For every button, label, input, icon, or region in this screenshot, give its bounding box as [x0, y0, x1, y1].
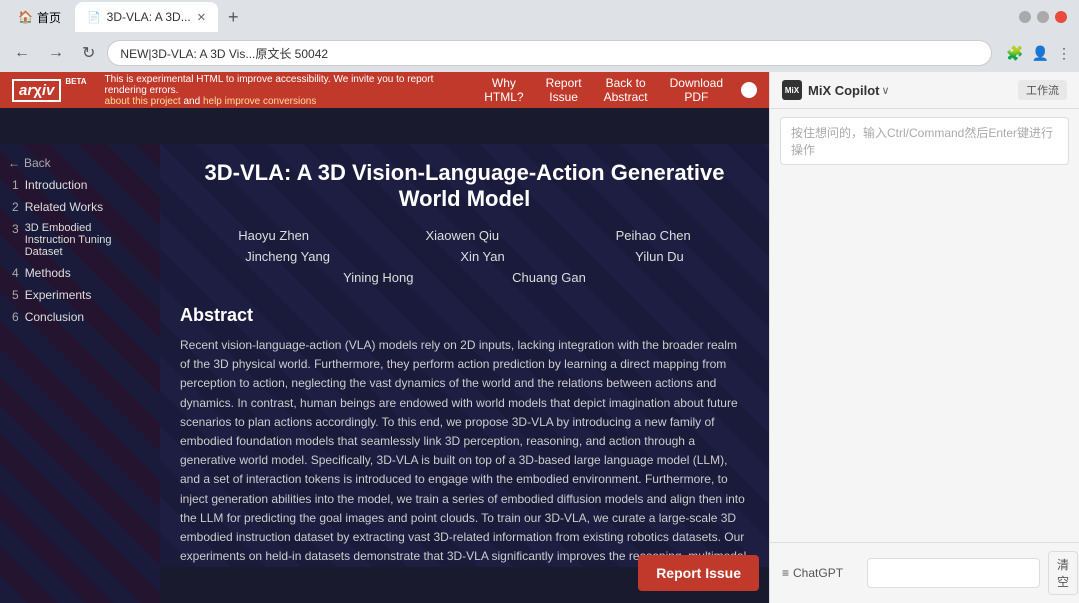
- address-text: NEW|3D-VLA: A 3D Vis...原文长 50042: [120, 45, 979, 62]
- chatgpt-label: ChatGPT: [793, 566, 843, 580]
- sidebar-num-1: 1: [12, 178, 19, 192]
- sidebar-num-3: 3: [12, 222, 19, 258]
- learn-more-link[interactable]: about this project: [105, 96, 181, 107]
- chatgpt-icon: ≡: [782, 566, 789, 580]
- author-8: Chuang Gan: [512, 270, 586, 285]
- back-nav-button[interactable]: ←: [8, 42, 36, 64]
- sidebar-num-6: 6: [12, 310, 19, 324]
- panel-footer: ≡ ChatGPT 清空 发送: [770, 542, 1079, 603]
- why-html-button[interactable]: WhyHTML?: [474, 72, 533, 108]
- author-7: Yining Hong: [343, 270, 413, 285]
- back-label: Back: [24, 156, 51, 170]
- arxiv-nav: WhyHTML? ReportIssue Back toAbstract Dow…: [474, 72, 757, 108]
- back-arrow-icon: ←: [8, 156, 20, 170]
- report-issue-button[interactable]: Report Issue: [638, 555, 759, 591]
- sidebar-label-1: Introduction: [25, 178, 88, 192]
- arxiv-sidebar: ← Back 1 Introduction 2 Related Works 3 …: [0, 144, 160, 603]
- abstract-text: Recent vision-language-action (VLA) mode…: [180, 336, 749, 567]
- author-3: Peihao Chen: [616, 228, 691, 243]
- report-issue-nav-button[interactable]: ReportIssue: [536, 72, 592, 108]
- author-6: Yilun Du: [635, 249, 684, 264]
- sidebar-label-5: Experiments: [25, 288, 92, 302]
- panel-query-text: 按住想问的，输入Ctrl/Command然后Enter键进行操作: [791, 126, 1053, 157]
- authors-row-1: Haoyu Zhen Xiaowen Qiu Peihao Chen: [180, 228, 749, 243]
- panel-logo: MiX: [782, 80, 802, 100]
- reload-button[interactable]: ↻: [76, 41, 101, 65]
- sidebar-item-3[interactable]: 3 3D EmbodiedInstruction Tuning Dataset: [0, 218, 160, 262]
- extensions-icon[interactable]: 🧩: [1006, 45, 1023, 62]
- download-pdf-button[interactable]: DownloadPDF: [660, 72, 733, 108]
- new-tab-button[interactable]: +: [222, 7, 245, 28]
- panel-body: [770, 173, 1079, 542]
- sidebar-item-4[interactable]: 4 Methods: [0, 262, 160, 284]
- home-tab-label: 首页: [37, 9, 61, 26]
- help-convert-link[interactable]: help improve conversions: [203, 96, 316, 107]
- maximize-button[interactable]: [1037, 11, 1049, 23]
- author-1: Haoyu Zhen: [238, 228, 309, 243]
- sidebar-num-5: 5: [12, 288, 19, 302]
- arxiv-top-bar: arχiv BETA This is experimental HTML to …: [0, 72, 769, 108]
- status-dot: [741, 82, 757, 98]
- right-panel: MiX MiX Copilot ∨ 工作流 按住想问的，输入Ctrl/Comma…: [769, 72, 1079, 603]
- sidebar-label-4: Methods: [25, 266, 71, 280]
- home-icon: 🏠: [18, 10, 33, 24]
- sidebar-label-3: 3D EmbodiedInstruction Tuning Dataset: [25, 222, 148, 258]
- back-button[interactable]: ← Back: [0, 152, 160, 174]
- arxiv-tab[interactable]: 📄 3D-VLA: A 3D... ✕: [75, 2, 218, 32]
- arxiv-logo: arχiv: [12, 79, 61, 102]
- menu-icon[interactable]: ⋮: [1057, 45, 1071, 62]
- close-button[interactable]: [1055, 11, 1067, 23]
- address-bar[interactable]: NEW|3D-VLA: A 3D Vis...原文长 50042: [107, 40, 992, 66]
- home-tab[interactable]: 🏠 首页: [8, 3, 71, 31]
- abstract-section: Abstract Recent vision-language-action (…: [180, 305, 749, 567]
- author-5: Xin Yan: [460, 249, 504, 264]
- arxiv-notice: This is experimental HTML to improve acc…: [105, 74, 467, 107]
- panel-query-box: 按住想问的，输入Ctrl/Command然后Enter键进行操作: [780, 117, 1069, 165]
- sidebar-label-2: Related Works: [25, 200, 103, 214]
- forward-nav-button[interactable]: →: [42, 42, 70, 64]
- sidebar-label-6: Conclusion: [25, 310, 84, 324]
- sidebar-item-5[interactable]: 5 Experiments: [0, 284, 160, 306]
- tab-favicon: 📄: [87, 11, 101, 24]
- back-to-abstract-button[interactable]: Back toAbstract: [594, 72, 658, 108]
- tab-close-icon[interactable]: ✕: [197, 11, 206, 24]
- panel-clear-button[interactable]: 清空: [1048, 551, 1078, 595]
- authors-row-2: Jincheng Yang Xin Yan Yilun Du: [180, 249, 749, 264]
- author-4: Jincheng Yang: [245, 249, 330, 264]
- panel-title: MiX Copilot: [808, 83, 880, 98]
- panel-workspace-label[interactable]: 工作流: [1018, 80, 1067, 100]
- panel-dropdown-icon[interactable]: ∨: [882, 84, 890, 97]
- paper-content: 3D-VLA: A 3D Vision-Language-Action Gene…: [160, 144, 769, 567]
- arxiv-page: arχiv BETA This is experimental HTML to …: [0, 72, 769, 603]
- profile-icon[interactable]: 👤: [1032, 45, 1049, 62]
- beta-badge: BETA: [63, 76, 88, 87]
- minimize-button[interactable]: [1019, 11, 1031, 23]
- chatgpt-item: ≡ ChatGPT: [782, 566, 843, 580]
- sidebar-item-2[interactable]: 2 Related Works: [0, 196, 160, 218]
- sidebar-num-2: 2: [12, 200, 19, 214]
- sidebar-item-6[interactable]: 6 Conclusion: [0, 306, 160, 328]
- arxiv-tab-label: 3D-VLA: A 3D...: [107, 10, 191, 24]
- paper-title: 3D-VLA: A 3D Vision-Language-Action Gene…: [180, 160, 749, 212]
- abstract-title: Abstract: [180, 305, 749, 326]
- panel-header: MiX MiX Copilot ∨ 工作流: [770, 72, 1079, 109]
- sidebar-item-1[interactable]: 1 Introduction: [0, 174, 160, 196]
- sidebar-num-4: 4: [12, 266, 19, 280]
- authors-row-3: Yining Hong Chuang Gan: [294, 270, 635, 285]
- author-2: Xiaowen Qiu: [425, 228, 499, 243]
- panel-chat-input[interactable]: [867, 558, 1040, 588]
